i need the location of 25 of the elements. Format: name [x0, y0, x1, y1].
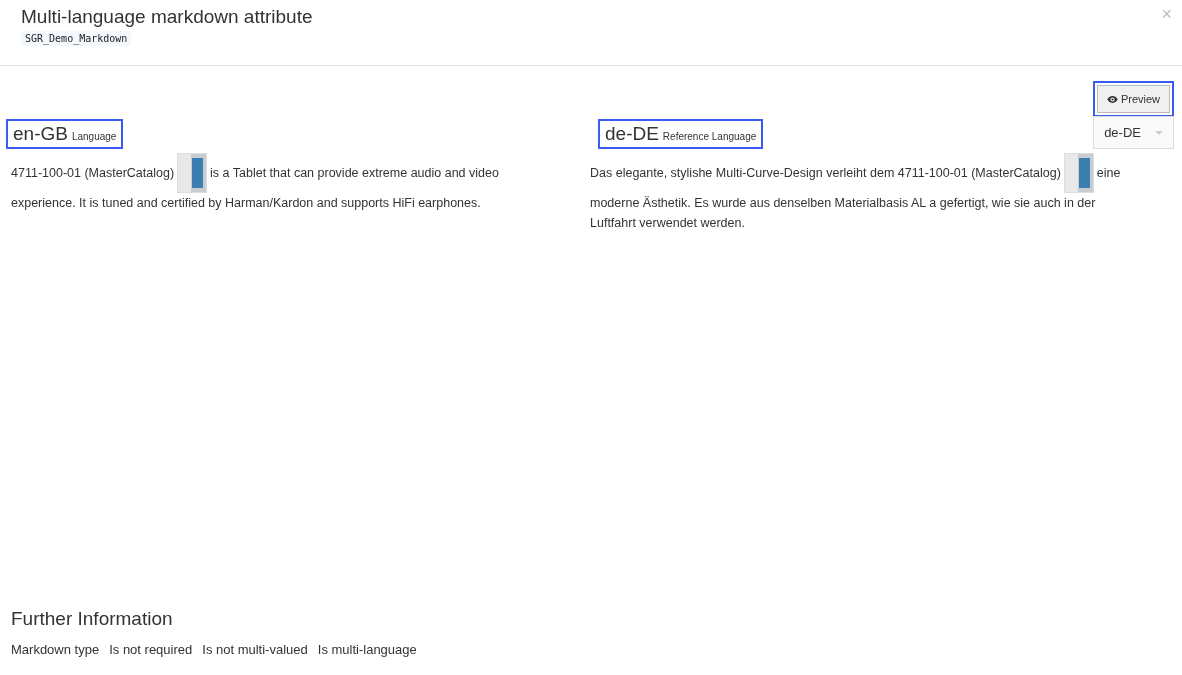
text-line: 4711-100-01 (MasterCatalog)	[11, 165, 175, 182]
attribute-code: SGR_Demo_Markdown	[21, 31, 132, 46]
text-line: Luftfahrt verwendet werden.	[590, 215, 745, 232]
text-line: is a Tablet that can provide extreme audio and video	[210, 165, 499, 182]
text-line: eine	[1096, 165, 1121, 182]
dialog-title: Multi-language markdown attribute	[21, 6, 313, 28]
language-role: Language	[71, 131, 117, 142]
preview-button[interactable]: Preview	[1092, 81, 1174, 117]
language-role: Reference Language	[662, 131, 757, 142]
language-select[interactable]: de-DE	[1093, 116, 1174, 149]
language-code: en-GB	[13, 123, 68, 145]
select-value: de-DE	[1104, 125, 1141, 140]
language-code: de-DE	[605, 123, 659, 145]
eye-icon	[1106, 94, 1118, 104]
property-label: Markdown type	[11, 642, 100, 657]
tablet-image	[1063, 153, 1094, 193]
text-line: Das elegante, stylishe Multi-Curve-Design verleiht dem 4711-100-01 (MasterCatalog)	[590, 165, 1061, 182]
property-label: Is not required	[109, 642, 193, 657]
text-line: moderne Ästhetik. Es wurde aus denselben Materialbasis AL a gefertigt, wie sie auch in der	[590, 195, 1096, 212]
caret-icon	[1155, 130, 1163, 135]
property-label: Is not multi-valued	[202, 642, 308, 657]
text-line: experience. It is tuned and certified by Harman/Kardon and supports HiFi earphones.	[11, 195, 481, 212]
tablet-image	[177, 153, 208, 193]
property-label: Is multi-language	[317, 642, 417, 657]
section-title: Further Information	[11, 608, 174, 630]
